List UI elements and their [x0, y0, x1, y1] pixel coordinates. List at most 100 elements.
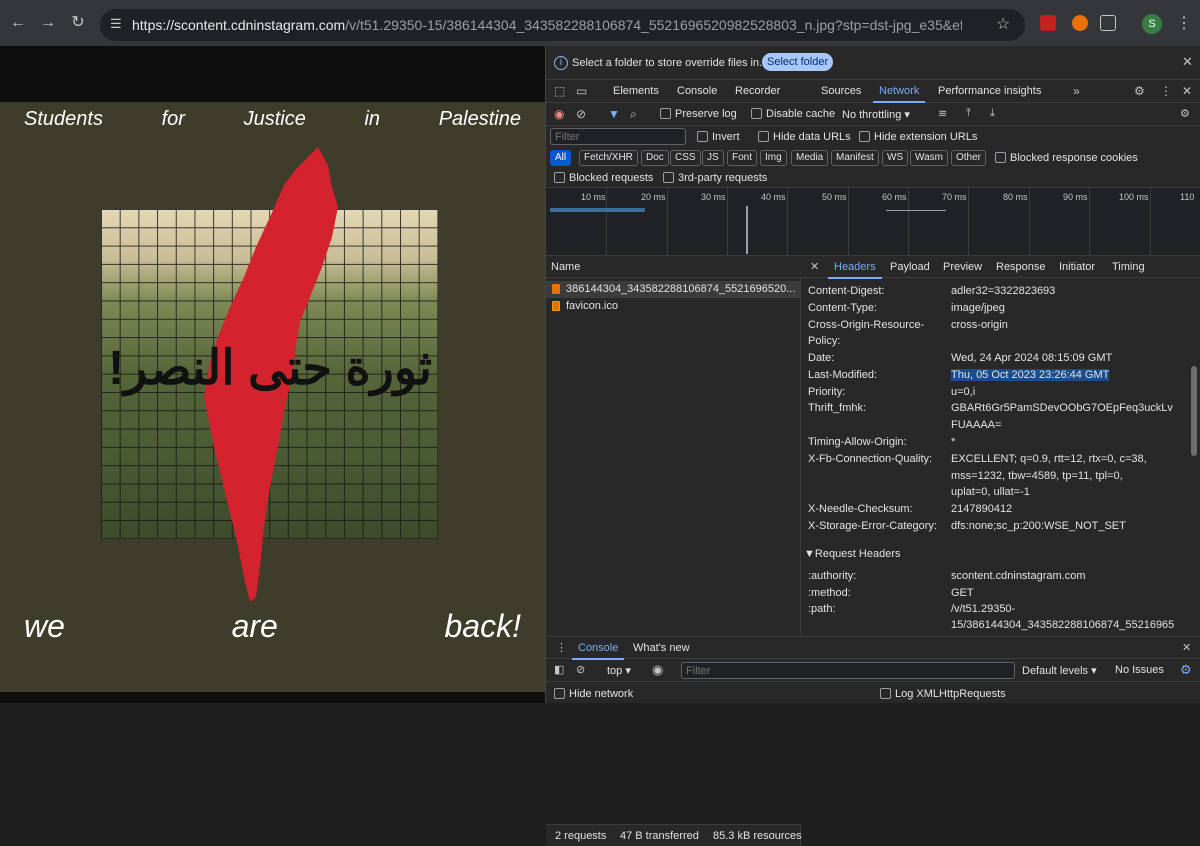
console-toolbar: ◧ ⊘ top ▾ ◉ Default levels ▾ No Issues ⚙ — [546, 659, 1200, 682]
disable-cache-checkbox[interactable]: Disable cache — [751, 108, 835, 120]
url-text[interactable]: https://scontent.cdninstagram.com/v/t51.… — [132, 17, 962, 33]
tab-performance-insights[interactable]: Performance insights — [938, 85, 1041, 97]
request-headers-section-toggle[interactable]: ▼Request Headers — [804, 548, 901, 560]
type-filter-img[interactable]: Img — [760, 150, 787, 166]
more-tabs-icon[interactable]: » — [1073, 84, 1080, 98]
record-stop-icon[interactable]: ◉ — [554, 107, 564, 121]
drawer-tab-whats-new[interactable]: What's new — [633, 642, 690, 654]
tab-network[interactable]: Network — [872, 85, 926, 103]
more-options-icon[interactable]: ⋮ — [1160, 84, 1172, 98]
poster-image: Students for Justice in Palestine ثورة ح… — [0, 102, 545, 692]
select-folder-button[interactable]: Select folder — [762, 53, 834, 71]
preserve-log-checkbox[interactable]: Preserve log — [660, 108, 737, 120]
log-levels-select[interactable]: Default levels ▾ — [1022, 664, 1097, 677]
scrollbar-thumb[interactable] — [1191, 366, 1197, 456]
close-detail-icon[interactable]: ✕ — [810, 260, 819, 273]
clear-icon[interactable]: ⊘ — [576, 107, 586, 121]
poster-word: we — [24, 608, 65, 644]
inspect-element-icon[interactable]: ⬚ — [554, 84, 565, 98]
console-settings-icon[interactable]: ⚙ — [1180, 662, 1192, 678]
back-arrow-icon[interactable]: ← — [8, 13, 28, 33]
more-menu-icon[interactable]: ⋮ — [1176, 13, 1192, 33]
tab-sources[interactable]: Sources — [821, 85, 861, 97]
forward-arrow-icon[interactable]: → — [38, 13, 58, 33]
settings-gear-icon[interactable]: ⚙ — [1134, 84, 1145, 98]
network-conditions-icon[interactable]: ≋ — [938, 107, 947, 120]
close-devtools-icon[interactable]: ✕ — [1182, 84, 1192, 98]
header-value: cross-origin — [951, 319, 1008, 331]
timeline-tick-label: 60 ms — [882, 192, 907, 202]
type-filter-media[interactable]: Media — [791, 150, 829, 166]
search-icon[interactable]: ⌕ — [630, 107, 637, 122]
blocked-response-cookies-checkbox[interactable]: Blocked response cookies — [995, 152, 1138, 164]
timeline-tick-label: 80 ms — [1003, 192, 1028, 202]
hide-network-checkbox[interactable]: Hide network — [554, 688, 633, 700]
header-key: Content-Digest: — [808, 285, 885, 297]
reload-icon[interactable]: ↻ — [68, 13, 88, 33]
export-har-icon[interactable]: ⤓ — [990, 107, 995, 120]
header-key: Content-Type: — [808, 302, 878, 314]
bookmark-star-icon[interactable]: ☆ — [996, 14, 1010, 34]
name-column-header[interactable]: Name — [546, 256, 801, 278]
close-drawer-icon[interactable]: ✕ — [1182, 641, 1191, 654]
network-overview-timeline[interactable]: 10 ms 20 ms 30 ms 40 ms 50 ms 60 ms 70 m… — [546, 188, 1200, 256]
type-filter-css[interactable]: CSS — [670, 150, 701, 166]
type-filter-font[interactable]: Font — [727, 150, 758, 166]
type-filter-js[interactable]: JS — [702, 150, 724, 166]
puzzle-extensions-icon[interactable] — [1100, 15, 1116, 31]
tab-response[interactable]: Response — [996, 261, 1046, 273]
invert-checkbox[interactable]: Invert — [697, 131, 740, 143]
console-filter-input[interactable] — [681, 662, 1015, 679]
drawer-menu-icon[interactable]: ⋮ — [556, 641, 567, 654]
close-icon[interactable]: ✕ — [1182, 54, 1193, 70]
header-value: u=0,i — [951, 386, 976, 398]
tab-recorder[interactable]: Recorder — [735, 85, 780, 97]
log-xhr-checkbox[interactable]: Log XMLHttpRequests — [880, 688, 1006, 700]
header-value: uplat=0, ullat=-1 — [951, 486, 1030, 498]
throttling-select[interactable]: No throttling ▾ — [842, 108, 910, 121]
address-bar[interactable]: ☰ https://scontent.cdninstagram.com/v/t5… — [100, 9, 1025, 41]
third-party-requests-checkbox[interactable]: 3rd-party requests — [663, 172, 767, 184]
tab-elements[interactable]: Elements — [613, 85, 659, 97]
request-row[interactable]: favicon.ico — [546, 298, 801, 315]
blocked-requests-checkbox[interactable]: Blocked requests — [554, 172, 653, 184]
type-filter-ws[interactable]: WS — [882, 150, 909, 166]
network-settings-icon[interactable]: ⚙ — [1180, 107, 1190, 120]
site-settings-icon[interactable]: ☰ — [110, 16, 126, 32]
filter-input[interactable] — [550, 128, 686, 145]
type-filter-doc[interactable]: Doc — [641, 150, 669, 166]
sidebar-toggle-icon[interactable]: ◧ — [554, 663, 564, 676]
extension-icon[interactable] — [1072, 15, 1088, 31]
tab-preview[interactable]: Preview — [943, 261, 982, 273]
issues-counter[interactable]: No Issues — [1115, 664, 1164, 676]
device-toolbar-icon[interactable]: ▭ — [576, 84, 587, 98]
profile-avatar[interactable]: S — [1142, 14, 1162, 34]
header-value: /v/t51.29350- — [951, 603, 1016, 615]
header-key: :method: — [808, 587, 851, 599]
type-filter-manifest[interactable]: Manifest — [831, 150, 879, 166]
tab-initiator[interactable]: Initiator — [1059, 261, 1095, 273]
header-value: GBARt6Gr5PamSDevOObG7OEpFeq3uckLv — [951, 402, 1173, 414]
request-row[interactable]: 386144304_343582288106874_5521696520... — [546, 281, 801, 298]
clear-console-icon[interactable]: ⊘ — [576, 663, 585, 676]
tab-timing[interactable]: Timing — [1112, 261, 1145, 273]
type-filter-wasm[interactable]: Wasm — [910, 150, 948, 166]
header-value-highlighted: Thu, 05 Oct 2023 23:26:44 GMT — [951, 369, 1110, 381]
network-status-bar: 2 requests 47 B transferred 85.3 kB reso… — [546, 824, 802, 846]
arabic-slogan: ثورة حتى النصر! — [108, 342, 432, 395]
type-filter-all[interactable]: All — [550, 150, 572, 166]
url-host: https://scontent.cdninstagram.com — [132, 17, 346, 33]
hide-data-urls-checkbox[interactable]: Hide data URLs — [758, 131, 851, 143]
type-filter-other[interactable]: Other — [951, 150, 987, 166]
live-expression-eye-icon[interactable]: ◉ — [652, 662, 663, 678]
ublock-extension-icon[interactable] — [1040, 15, 1056, 31]
context-select[interactable]: top ▾ — [607, 664, 631, 677]
tab-payload[interactable]: Payload — [890, 261, 930, 273]
type-filter-fetch-xhr[interactable]: Fetch/XHR — [579, 150, 638, 166]
tab-console[interactable]: Console — [677, 85, 717, 97]
import-har-icon[interactable]: ⤒ — [966, 107, 971, 120]
tab-headers[interactable]: Headers — [828, 261, 882, 279]
hide-extension-urls-checkbox[interactable]: Hide extension URLs — [859, 131, 977, 143]
filter-funnel-icon[interactable]: ▼ — [608, 107, 620, 121]
drawer-tab-console[interactable]: Console — [571, 642, 625, 660]
